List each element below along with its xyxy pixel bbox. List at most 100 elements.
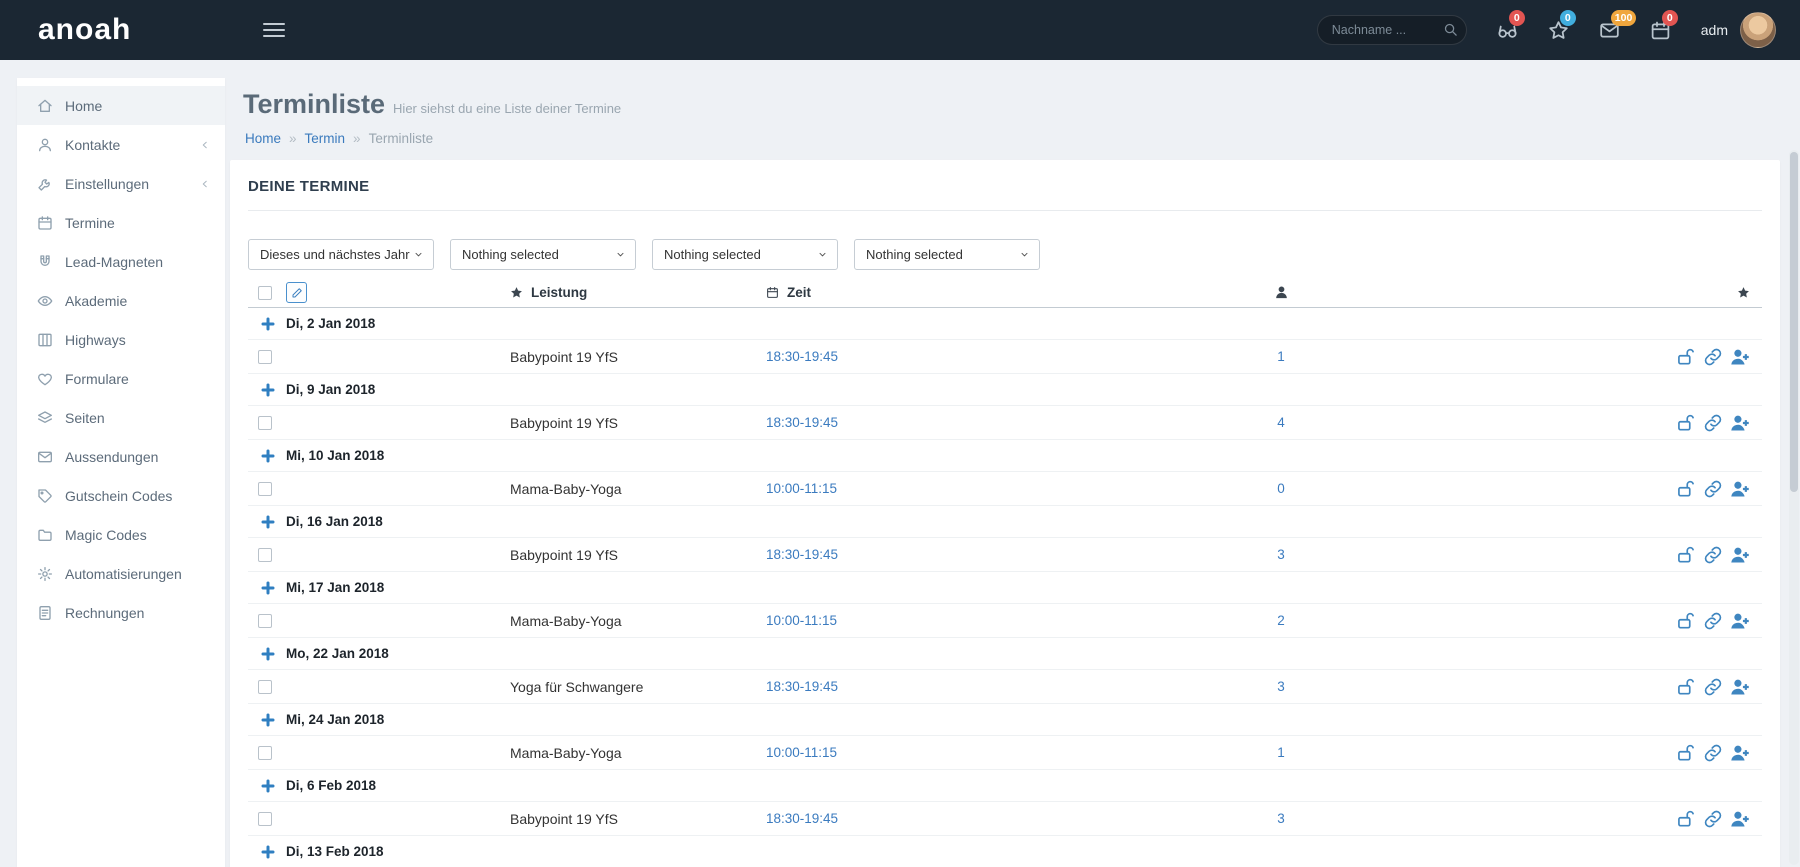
- add-appointment-icon[interactable]: [260, 778, 276, 794]
- count-link[interactable]: 3: [1277, 547, 1285, 562]
- add-participant-icon[interactable]: [1730, 413, 1750, 433]
- time-link[interactable]: 18:30-19:45: [766, 679, 838, 694]
- row-checkbox[interactable]: [258, 482, 272, 496]
- add-participant-icon[interactable]: [1730, 479, 1750, 499]
- service-name: Yoga für Schwangere: [510, 679, 643, 695]
- add-participant-icon[interactable]: [1730, 809, 1750, 829]
- sidebar-item-seiten[interactable]: Seiten: [17, 398, 225, 437]
- filter-3[interactable]: Nothing selected: [652, 239, 838, 270]
- select-all-checkbox[interactable]: [258, 286, 272, 300]
- add-appointment-icon[interactable]: [260, 646, 276, 662]
- add-appointment-icon[interactable]: [260, 844, 276, 860]
- count-link[interactable]: 1: [1277, 745, 1285, 760]
- edit-button[interactable]: [286, 282, 307, 303]
- add-participant-icon[interactable]: [1730, 611, 1750, 631]
- add-appointment-icon[interactable]: [260, 382, 276, 398]
- date-group-row: Di, 13 Feb 2018: [248, 836, 1762, 867]
- calendar-icon: [37, 215, 53, 231]
- sidebar-item-highways[interactable]: Highways: [17, 320, 225, 359]
- scrollbar-track[interactable]: [1789, 150, 1799, 865]
- link-icon[interactable]: [1703, 413, 1723, 433]
- count-link[interactable]: 3: [1277, 811, 1285, 826]
- link-icon[interactable]: [1703, 347, 1723, 367]
- breadcrumb-item[interactable]: Termin: [305, 131, 346, 146]
- card-title: DEINE TERMINE: [248, 178, 1762, 196]
- column-header-leistung: Leistung: [531, 285, 587, 300]
- filter-selected-value: Dieses und nächstes Jahr: [260, 247, 410, 262]
- time-link[interactable]: 18:30-19:45: [766, 547, 838, 562]
- eye-icon: [37, 293, 53, 309]
- sidebar-item-automatisierungen[interactable]: Automatisierungen: [17, 554, 225, 593]
- add-participant-icon[interactable]: [1730, 347, 1750, 367]
- app-logo[interactable]: anoah: [38, 13, 131, 47]
- appointments-table: Leistung Zeit Di, 2 Jan 2018 Babypoint 1…: [248, 278, 1762, 867]
- row-checkbox[interactable]: [258, 548, 272, 562]
- sidebar-item-einstellungen[interactable]: Einstellungen: [17, 164, 225, 203]
- unlock-icon[interactable]: [1676, 611, 1696, 631]
- sidebar-item-aussendungen[interactable]: Aussendungen: [17, 437, 225, 476]
- unlock-icon[interactable]: [1676, 743, 1696, 763]
- username[interactable]: adm: [1701, 22, 1728, 38]
- sidebar-item-magic-codes[interactable]: Magic Codes: [17, 515, 225, 554]
- time-link[interactable]: 18:30-19:45: [766, 349, 838, 364]
- add-appointment-icon[interactable]: [260, 514, 276, 530]
- filter-2[interactable]: Nothing selected: [450, 239, 636, 270]
- time-link[interactable]: 18:30-19:45: [766, 415, 838, 430]
- home-icon: [37, 98, 53, 114]
- menu-toggle-icon[interactable]: [263, 19, 285, 41]
- time-link[interactable]: 10:00-11:15: [766, 613, 837, 628]
- sidebar-item-gutschein-codes[interactable]: Gutschein Codes: [17, 476, 225, 515]
- link-icon[interactable]: [1703, 677, 1723, 697]
- sidebar: Home Kontakte Einstellungen Termine Lead…: [17, 78, 225, 867]
- link-icon[interactable]: [1703, 545, 1723, 565]
- link-icon[interactable]: [1703, 611, 1723, 631]
- sidebar-item-kontakte[interactable]: Kontakte: [17, 125, 225, 164]
- date-group-row: Di, 16 Jan 2018: [248, 506, 1762, 538]
- count-link[interactable]: 2: [1277, 613, 1285, 628]
- sidebar-item-rechnungen[interactable]: Rechnungen: [17, 593, 225, 632]
- count-link[interactable]: 3: [1277, 679, 1285, 694]
- unlock-icon[interactable]: [1676, 545, 1696, 565]
- sidebar-item-termine[interactable]: Termine: [17, 203, 225, 242]
- link-icon[interactable]: [1703, 809, 1723, 829]
- sidebar-item-formulare[interactable]: Formulare: [17, 359, 225, 398]
- count-link[interactable]: 1: [1277, 349, 1285, 364]
- avatar[interactable]: [1740, 12, 1776, 48]
- row-checkbox[interactable]: [258, 680, 272, 694]
- unlock-icon[interactable]: [1676, 809, 1696, 829]
- add-appointment-icon[interactable]: [260, 448, 276, 464]
- unlock-icon[interactable]: [1676, 347, 1696, 367]
- date-group-row: Di, 6 Feb 2018: [248, 770, 1762, 802]
- unlock-icon[interactable]: [1676, 677, 1696, 697]
- search-icon[interactable]: [1443, 22, 1458, 37]
- row-checkbox[interactable]: [258, 416, 272, 430]
- add-appointment-icon[interactable]: [260, 712, 276, 728]
- time-link[interactable]: 10:00-11:15: [766, 481, 837, 496]
- row-checkbox[interactable]: [258, 746, 272, 760]
- count-link[interactable]: 0: [1277, 481, 1285, 496]
- count-link[interactable]: 4: [1277, 415, 1285, 430]
- sidebar-item-home[interactable]: Home: [17, 86, 225, 125]
- add-appointment-icon[interactable]: [260, 316, 276, 332]
- link-icon[interactable]: [1703, 743, 1723, 763]
- table-header: Leistung Zeit: [248, 278, 1762, 308]
- unlock-icon[interactable]: [1676, 479, 1696, 499]
- add-participant-icon[interactable]: [1730, 677, 1750, 697]
- unlock-icon[interactable]: [1676, 413, 1696, 433]
- row-checkbox[interactable]: [258, 812, 272, 826]
- row-checkbox[interactable]: [258, 614, 272, 628]
- add-appointment-icon[interactable]: [260, 580, 276, 596]
- filter-4[interactable]: Nothing selected: [854, 239, 1040, 270]
- sidebar-item-akademie[interactable]: Akademie: [17, 281, 225, 320]
- link-icon[interactable]: [1703, 479, 1723, 499]
- time-link[interactable]: 18:30-19:45: [766, 811, 838, 826]
- add-participant-icon[interactable]: [1730, 743, 1750, 763]
- breadcrumb-item[interactable]: Home: [245, 131, 281, 146]
- time-link[interactable]: 10:00-11:15: [766, 745, 837, 760]
- wrench-icon: [37, 176, 53, 192]
- filter-period[interactable]: Dieses und nächstes Jahr: [248, 239, 434, 270]
- row-checkbox[interactable]: [258, 350, 272, 364]
- sidebar-item-lead-magneten[interactable]: Lead-Magneten: [17, 242, 225, 281]
- scrollbar-thumb[interactable]: [1790, 152, 1798, 492]
- add-participant-icon[interactable]: [1730, 545, 1750, 565]
